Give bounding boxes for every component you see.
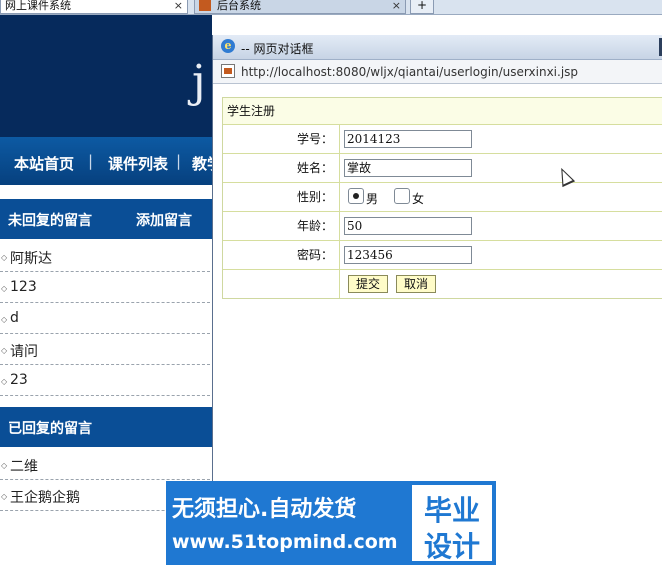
watermark-badge-line2: 设计 <box>423 530 480 563</box>
bullet-icon: ◇ <box>1 253 8 262</box>
list-item[interactable]: ◇ 二维 <box>0 449 210 480</box>
nav-course-list[interactable]: 课件列表 <box>108 153 168 174</box>
unreplied-message-list: ◇ 阿斯达 ◇ 123 ◇ d ◇ 请问 ◇ 23 <box>0 241 210 396</box>
site-header-banner <box>0 15 212 137</box>
form-row-student-id: 学号： 2014123 <box>223 125 662 154</box>
registration-form: 学生注册 学号： 2014123 姓名： 掌故 性别： 男 女 年龄： 50 密… <box>222 97 662 299</box>
page-icon <box>221 64 235 78</box>
password-input[interactable]: 123456 <box>344 246 472 264</box>
cancel-button[interactable]: 取消 <box>396 275 436 293</box>
watermark-text-block: 无须担心.自动发货 www.51topmind.com <box>166 481 410 565</box>
site-nav-bar: 本站首页 | 课件列表 | 教学 <box>0 137 212 185</box>
list-item[interactable]: ◇ 阿斯达 <box>0 241 210 272</box>
watermark-badge-line1: 毕业 <box>423 494 480 527</box>
dialog-title-bar[interactable]: e -- 网页对话框 <box>213 35 662 60</box>
bullet-icon: ◇ <box>1 346 8 355</box>
dialog-url: http://localhost:8080/wljx/qiantai/userl… <box>241 65 579 79</box>
tab-admin-system[interactable]: 后台系统 × <box>194 0 406 14</box>
bullet-icon: ◇ <box>1 492 8 501</box>
close-tab-icon[interactable]: × <box>392 0 401 11</box>
form-caption: 学生注册 <box>223 98 662 125</box>
unreplied-title: 未回复的留言 <box>8 213 92 229</box>
list-item[interactable]: ◇ d <box>0 303 210 334</box>
browser-e-icon: e <box>221 39 235 53</box>
gender-male-radio[interactable] <box>348 188 364 204</box>
student-id-input[interactable]: 2014123 <box>344 130 472 148</box>
empty-label-cell <box>223 270 340 298</box>
form-row-actions: 提交 取消 <box>223 270 662 298</box>
bullet-icon: ◇ <box>1 377 8 386</box>
nav-teaching[interactable]: 教学 <box>192 153 212 174</box>
replied-messages-header: 已回复的留言 <box>0 407 212 447</box>
age-input[interactable]: 50 <box>344 217 472 235</box>
unreplied-messages-header: 未回复的留言 添加留言 <box>0 199 212 239</box>
watermark-banner: 无须担心.自动发货 www.51topmind.com 毕业 设计 <box>166 481 496 565</box>
gender-female-radio[interactable] <box>394 188 410 204</box>
tab-label: 网上课件系统 <box>5 0 71 12</box>
list-item[interactable]: ◇ 123 <box>0 272 210 303</box>
submit-button[interactable]: 提交 <box>348 275 388 293</box>
form-row-age: 年龄： 50 <box>223 212 662 241</box>
field-label: 性别： <box>223 183 340 211</box>
form-row-gender: 性别： 男 女 <box>223 183 662 212</box>
new-tab-button[interactable]: + <box>410 0 434 14</box>
field-label: 密码： <box>223 241 340 269</box>
gender-female-label: 女 <box>412 192 425 206</box>
replied-title: 已回复的留言 <box>8 421 92 437</box>
form-row-name: 姓名： 掌故 <box>223 154 662 183</box>
watermark-slogan: 无须担心.自动发货 <box>172 497 357 522</box>
dialog-title: -- 网页对话框 <box>241 42 314 56</box>
bullet-icon: ◇ <box>1 461 8 470</box>
add-message-link[interactable]: 添加留言 <box>136 210 192 230</box>
field-label: 学号： <box>223 125 340 153</box>
bullet-icon: ◇ <box>1 315 8 324</box>
field-label: 年龄： <box>223 212 340 240</box>
nav-separator: | <box>176 152 182 170</box>
close-tab-icon[interactable]: × <box>174 0 183 11</box>
bullet-icon: ◇ <box>1 284 8 293</box>
tab-course-system[interactable]: 网上课件系统 × <box>0 0 188 14</box>
dialog-address-bar: http://localhost:8080/wljx/qiantai/userl… <box>213 60 662 84</box>
list-item[interactable]: ◇ 23 <box>0 365 210 396</box>
tab-label: 后台系统 <box>217 0 261 12</box>
nav-home[interactable]: 本站首页 <box>14 153 74 174</box>
page-favicon-icon <box>199 0 211 11</box>
name-input[interactable]: 掌故 <box>344 159 472 177</box>
browser-tab-strip: 网上课件系统 × 后台系统 × + <box>0 0 662 15</box>
list-item[interactable]: ◇ 请问 <box>0 334 210 365</box>
form-row-password: 密码： 123456 <box>223 241 662 270</box>
watermark-badge: 毕业 设计 <box>412 485 492 563</box>
watermark-url: www.51topmind.com <box>172 531 398 553</box>
field-label: 姓名： <box>223 154 340 182</box>
gender-male-label: 男 <box>366 192 379 206</box>
nav-separator: | <box>88 152 94 170</box>
site-logo-letter: j <box>192 56 206 107</box>
